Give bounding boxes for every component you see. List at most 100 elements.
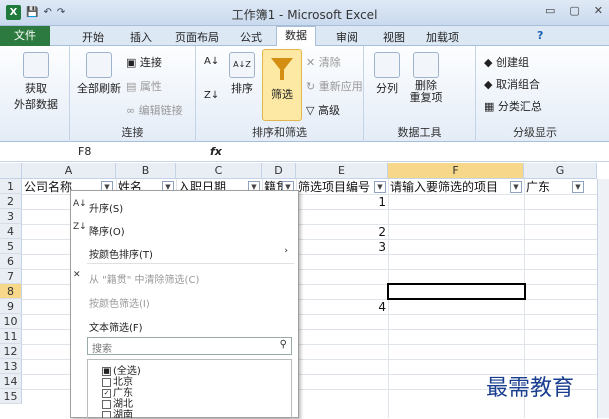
tab-addins[interactable]: 加载项	[426, 29, 459, 45]
group-connections-label: 连接	[70, 124, 195, 140]
tab-insert[interactable]: 插入	[130, 29, 152, 45]
menu-sort-ascending[interactable]: 升序(S)	[89, 200, 123, 215]
close-icon[interactable]: ✕	[594, 4, 603, 17]
row-header-2[interactable]: 2	[0, 194, 22, 209]
tab-file[interactable]: 文件	[0, 26, 50, 46]
subtotal-button[interactable]: ▦ 分类汇总	[484, 98, 542, 114]
menu-clear-filter: 从 "籍贯" 中清除筛选(C)	[89, 271, 199, 286]
tab-page-layout[interactable]: 页面布局	[175, 29, 219, 45]
filter-dropdown-g[interactable]: ▼	[572, 181, 584, 193]
select-all-corner[interactable]	[0, 163, 22, 179]
cell-g1[interactable]: 广东	[526, 180, 570, 195]
filter-item-hunan[interactable]: 湖南	[102, 406, 133, 419]
group-data-tools-label: 数据工具	[364, 124, 475, 140]
filter-funnel-icon	[271, 58, 293, 72]
remove-duplicates-label: 删除 重复项	[408, 80, 444, 104]
row-header-13[interactable]: 13	[0, 359, 22, 374]
refresh-all-label: 全部刷新	[74, 80, 124, 96]
selected-cell-f8[interactable]	[387, 283, 526, 300]
col-header-b[interactable]: B	[116, 163, 176, 179]
group-sort-filter: A↓ Z↓ A↓Z 排序 筛选 ✕ 清除 ↻ 重新应用 ▽ 高级 排序和筛选	[196, 46, 364, 142]
help-icon[interactable]: ?	[537, 29, 543, 42]
tab-review[interactable]: 审阅	[336, 29, 358, 45]
row-header-12[interactable]: 12	[0, 344, 22, 359]
row-header-6[interactable]: 6	[0, 254, 22, 269]
clear-button: ✕ 清除	[306, 54, 341, 70]
vertical-scrollbar[interactable]	[597, 179, 609, 418]
edit-links-button: ∞ 编辑链接	[126, 102, 183, 118]
row-header-5[interactable]: 5	[0, 239, 22, 254]
col-header-g[interactable]: G	[524, 163, 597, 179]
maximize-icon[interactable]: ▢	[569, 4, 579, 17]
filter-dropdown-e[interactable]: ▼	[374, 181, 386, 193]
cell-e5[interactable]: 3	[296, 240, 386, 255]
row-header-1[interactable]: 1	[0, 179, 22, 194]
window-controls: ▭ ▢ ✕	[545, 4, 603, 17]
advanced-label: 高级	[318, 104, 340, 117]
filter-dropdown-f[interactable]: ▼	[510, 181, 522, 193]
col-header-a[interactable]: A	[22, 163, 116, 179]
group-label: 创建组	[496, 56, 529, 69]
tab-home[interactable]: 开始	[82, 29, 104, 45]
tab-formulas[interactable]: 公式	[240, 29, 262, 45]
name-box[interactable]: F8	[30, 145, 130, 160]
row-header-7[interactable]: 7	[0, 269, 22, 284]
group-outline-label: 分级显示	[476, 124, 594, 140]
sort-button[interactable]: A↓Z 排序	[226, 52, 258, 96]
menu-sort-descending[interactable]: 降序(O)	[89, 223, 125, 238]
menu-sort-by-color[interactable]: 按颜色排序(T)	[89, 246, 153, 261]
row-header-4[interactable]: 4	[0, 224, 22, 239]
row-header-10[interactable]: 10	[0, 314, 22, 329]
ungroup-button[interactable]: ◆ 取消组合	[484, 76, 540, 92]
col-header-e[interactable]: E	[296, 163, 388, 179]
connections-label: 连接	[140, 56, 162, 69]
function-icon[interactable]: fx	[210, 145, 222, 158]
cell-e9[interactable]: 4	[296, 300, 386, 315]
refresh-all-button[interactable]: 全部刷新	[74, 52, 124, 96]
col-header-c[interactable]: C	[176, 163, 262, 179]
edit-links-label: 编辑链接	[139, 104, 183, 117]
database-icon	[23, 52, 49, 78]
text-to-columns-button[interactable]: 分列	[370, 52, 404, 96]
remove-duplicates-button[interactable]: 删除 重复项	[408, 52, 444, 104]
cell-f1[interactable]: 请输入要筛选的项目	[390, 180, 510, 195]
get-external-data-button[interactable]: 获取 外部数据	[8, 52, 64, 112]
sort-az-icon[interactable]: A↓	[204, 56, 219, 67]
row-header-14[interactable]: 14	[0, 374, 22, 389]
tab-data[interactable]: 数据	[276, 26, 316, 47]
row-header-11[interactable]: 11	[0, 329, 22, 344]
submenu-arrow-icon: ›	[284, 246, 288, 256]
filter-search-input[interactable]: 搜索 ⚲	[87, 337, 292, 355]
title-bar: X 💾 ↶ ↷ 工作簿1 - Microsoft Excel ▭ ▢ ✕	[0, 0, 609, 26]
cell-e2[interactable]: 1	[296, 195, 386, 210]
connections-button[interactable]: ▣ 连接	[126, 54, 162, 70]
col-header-d[interactable]: D	[262, 163, 296, 179]
sort-dialog-icon: A↓Z	[229, 52, 255, 78]
tab-view[interactable]: 视图	[383, 29, 405, 45]
remove-duplicates-icon	[413, 52, 439, 78]
group-sort-filter-label: 排序和筛选	[196, 124, 363, 140]
row-header-8[interactable]: 8	[0, 284, 22, 299]
filter-dropdown-menu: A↓ 升序(S) Z↓ 降序(O) 按颜色排序(T) › ✕ 从 "籍贯" 中清…	[70, 190, 299, 418]
sort-asc-icon: A↓	[73, 199, 87, 209]
row-header-15[interactable]: 15	[0, 389, 22, 404]
row-header-9[interactable]: 9	[0, 299, 22, 314]
group-get-data: 获取 外部数据	[0, 46, 70, 142]
row-header-3[interactable]: 3	[0, 209, 22, 224]
group-outline: ◆ 创建组 ◆ 取消组合 ▦ 分类汇总 分级显示	[476, 46, 594, 142]
cell-e1[interactable]: 筛选项目编号	[298, 180, 374, 195]
filter-label: 筛选	[263, 86, 301, 102]
sort-desc-icon: Z↓	[73, 222, 87, 232]
menu-text-filter[interactable]: 文本筛选(F)	[89, 319, 143, 334]
col-header-f[interactable]: F	[388, 163, 524, 179]
minimize-icon[interactable]: ▭	[545, 4, 555, 17]
sort-za-icon[interactable]: Z↓	[204, 90, 219, 101]
cell-e4[interactable]: 2	[296, 225, 386, 240]
group-data-tools: 分列 删除 重复项 数据工具	[364, 46, 476, 142]
menu-separator	[87, 263, 294, 264]
group-button[interactable]: ◆ 创建组	[484, 54, 529, 70]
clear-filter-icon: ✕	[73, 270, 81, 280]
advanced-button[interactable]: ▽ 高级	[306, 102, 340, 118]
filter-button[interactable]: 筛选	[262, 49, 302, 121]
search-placeholder: 搜索	[92, 344, 112, 355]
